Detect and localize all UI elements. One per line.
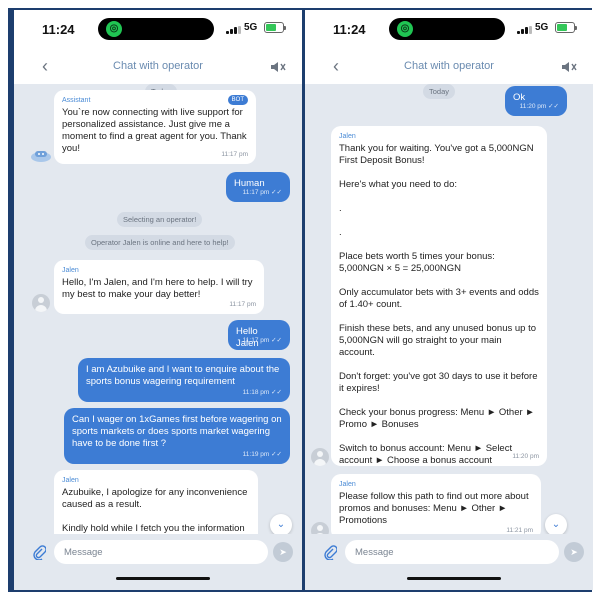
dynamic-island: ◎ [98,18,214,40]
chevron-down-icon: ⌄ [551,519,561,530]
status-bar: 11:24 ◎ 5G [14,10,302,50]
outgoing-message: Human 11:17 pm ✓✓ [226,172,290,202]
send-button[interactable]: ➤ [564,542,584,562]
message-sender: Jalen [339,481,356,488]
message-time: 11:19 pm ✓✓ [242,451,282,458]
send-button[interactable]: ➤ [273,542,293,562]
operator-avatar [311,522,329,534]
speaker-mute-icon[interactable] [561,60,577,74]
message-text: I am Azubuike and I want to enquire abou… [86,364,282,387]
message-input[interactable] [345,540,559,564]
speaker-mute-icon[interactable] [270,60,286,74]
signal-icon [517,26,533,34]
message-time: 11:18 pm ✓✓ [242,389,282,396]
operator-avatar [311,448,329,466]
message-time: 11:17 pm ✓✓ [242,189,282,196]
network-type: 5G [244,22,258,33]
bot-avatar-icon [30,148,52,164]
operator-message: Jalen Azubuike, I apologize for any inco… [54,470,258,534]
message-time: 11:21 pm [506,527,533,534]
chevron-down-icon: ⌄ [276,519,286,530]
phone-screen-left: 11:24 ◎ 5G ‹ Chat with operator Today As… [14,10,302,590]
operator-message: Jalen Hello, I'm Jalen, and I'm here to … [54,260,264,314]
message-list[interactable]: Today Ok 11:20 pm ✓✓ Jalen Thank you for… [305,84,593,534]
home-indicator [116,577,210,580]
message-sender: Jalen [62,477,79,484]
status-bar: 11:24 ◎ 5G [305,10,593,50]
call-link-icon: ◎ [106,21,122,37]
system-chip: Selecting an operator! [117,212,203,227]
home-indicator [407,577,501,580]
scroll-down-button[interactable]: ⌄ [545,514,567,534]
operator-avatar [32,294,50,312]
message-text: Hello, I'm Jalen, and I'm here to help. … [62,277,256,300]
battery-icon [264,22,286,33]
system-chip: Operator Jalen is online and here to hel… [85,235,235,250]
message-text: Please follow this path to find out more… [339,491,532,526]
assistant-message: Assistant BOT You`re now connecting with… [54,90,256,164]
date-chip: Today [423,84,456,99]
message-list[interactable]: Today Assistant BOT You`re now connectin… [14,84,302,534]
bot-badge: BOT [227,95,248,105]
message-time: 11:17 pm [229,301,256,308]
paperclip-icon[interactable] [323,544,338,561]
outgoing-message: Can I wager on 1xGames first before wage… [64,408,290,464]
message-time: 11:20 pm ✓✓ [519,103,559,110]
scroll-down-button[interactable]: ⌄ [270,514,292,534]
outgoing-message: Ok 11:20 pm ✓✓ [505,86,567,116]
call-link-icon: ◎ [397,21,413,37]
status-time: 11:24 [42,22,75,37]
operator-message: Jalen Thank you for waiting. You've got … [331,126,547,466]
message-sender: Assistant [62,97,91,104]
operator-message: Jalen Please follow this path to find ou… [331,474,541,534]
send-icon: ➤ [570,547,578,557]
chat-header: ‹ Chat with operator [305,50,593,84]
chat-header: ‹ Chat with operator [14,50,302,84]
send-icon: ➤ [279,547,287,557]
composer-bar: ➤ [305,534,593,590]
message-time: 11:17 pm [221,151,248,158]
message-time: 11:17 pm ✓✓ [242,337,282,344]
message-text: Thank you for waiting. You've got a 5,00… [339,143,539,466]
outgoing-message: Hello Jalen 11:17 pm ✓✓ [228,320,290,350]
message-text: Azubuike, I apologize for any inconvenie… [62,487,248,534]
message-sender: Jalen [339,133,356,140]
signal-icon [226,26,242,34]
phone-screen-right: 11:24 ◎ 5G ‹ Chat with operator Today Ok… [305,10,593,590]
message-input[interactable] [54,540,268,564]
page-title: Chat with operator [113,60,203,72]
message-text: Can I wager on 1xGames first before wage… [72,414,285,449]
network-type: 5G [535,22,549,33]
status-time: 11:24 [333,22,366,37]
page-title: Chat with operator [404,60,494,72]
composer-bar: ➤ [14,534,302,590]
outgoing-message: I am Azubuike and I want to enquire abou… [78,358,290,402]
dynamic-island: ◎ [389,18,505,40]
message-time: 11:20 pm [512,453,539,460]
message-text: You`re now connecting with live support … [62,107,250,154]
battery-icon [555,22,577,33]
message-sender: Jalen [62,267,79,274]
paperclip-icon[interactable] [32,544,47,561]
